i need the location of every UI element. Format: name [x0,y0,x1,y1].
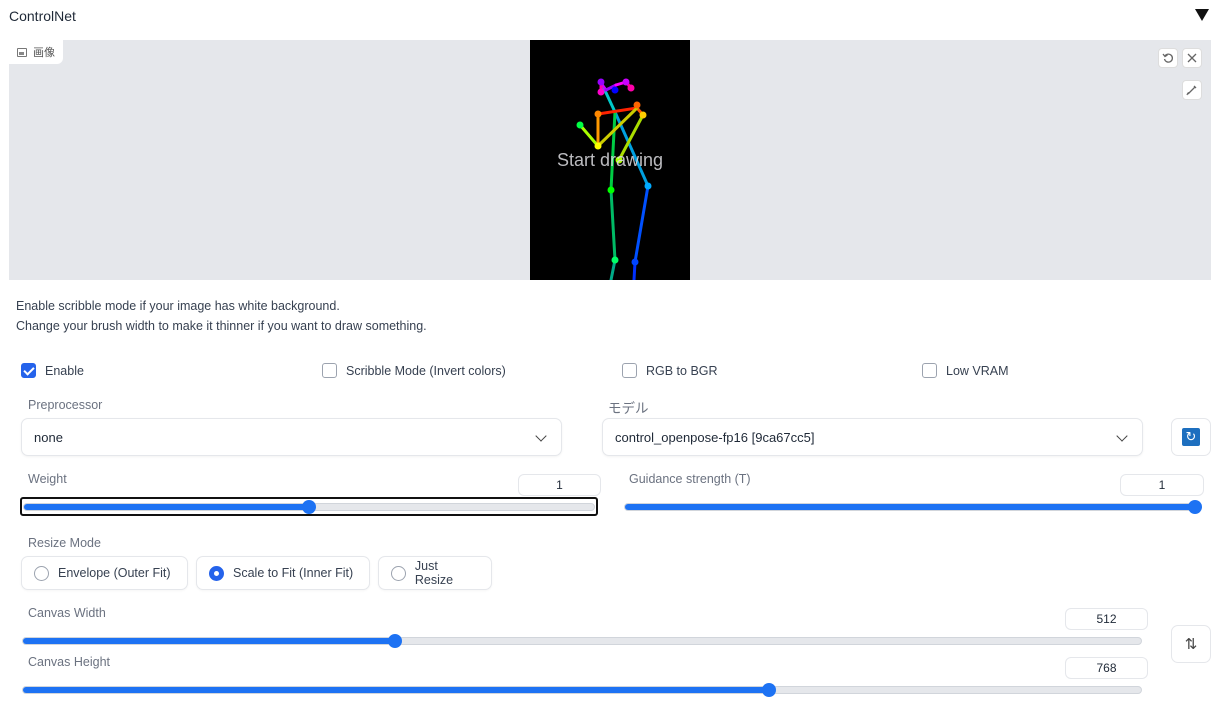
preprocessor-label: Preprocessor [28,398,103,412]
guidance-label: Guidance strength (T) [629,472,751,486]
resize-mode-label: Resize Mode [28,536,101,550]
radio-label: Scale to Fit (Inner Fit) [233,566,354,580]
canvas-height-slider-thumb[interactable] [761,683,776,697]
refresh-icon: ↻ [1182,428,1200,446]
hint-scribble: Enable scribble mode if your image has w… [16,299,340,313]
image-icon [17,47,27,57]
controlnet-header[interactable]: ControlNet [0,0,1223,34]
swap-dimensions-button[interactable]: ⇅ [1171,625,1211,663]
start-drawing-placeholder: Start drawing [556,150,664,170]
swap-arrows-icon: ⇅ [1184,636,1198,653]
low-vram-checkbox[interactable]: Low VRAM [922,363,1009,378]
checkbox-label: Scribble Mode (Invert colors) [346,363,506,378]
preprocessor-dropdown[interactable]: none [21,418,562,456]
brush-button[interactable] [1182,80,1202,100]
section-title: ControlNet [9,8,76,24]
chevron-down-icon [1116,430,1128,442]
radio-just-resize[interactable]: Just Resize [378,556,492,590]
radio-label: Envelope (Outer Fit) [58,566,171,580]
rgb-to-bgr-checkbox[interactable]: RGB to BGR [622,363,718,378]
radio-envelope[interactable]: Envelope (Outer Fit) [21,556,188,590]
canvas-width-label: Canvas Width [28,606,106,620]
image-canvas-area[interactable]: 画像 Start drawing [9,40,1211,280]
checkbox-icon[interactable] [322,363,337,378]
checkbox-checked-icon[interactable] [21,363,36,378]
undo-icon [1162,53,1173,63]
radio-label: Just Resize [414,559,454,587]
guidance-slider-fill [625,504,1195,510]
canvas-height-label: Canvas Height [28,655,110,669]
refresh-models-button[interactable]: ↻ [1171,418,1211,456]
checkbox-icon[interactable] [922,363,937,378]
hint-brush: Change your brush width to make it thinn… [16,319,427,333]
canvas-width-slider[interactable] [22,634,1142,648]
weight-label: Weight [28,472,67,486]
image-label-text: 画像 [33,47,55,59]
brush-icon [1186,85,1197,96]
canvas-width-slider-thumb[interactable] [388,634,403,648]
radio-icon[interactable] [34,565,49,581]
scribble-mode-checkbox[interactable]: Scribble Mode (Invert colors) [322,363,506,378]
model-value: control_openpose-fp16 [9ca67cc5] [615,429,815,445]
image-label: 画像 [9,40,63,64]
checkbox-icon[interactable] [622,363,637,378]
canvas-height-slider[interactable] [22,683,1142,697]
canvas-height-number-input[interactable]: 768 [1065,657,1148,679]
model-dropdown[interactable]: control_openpose-fp16 [9ca67cc5] [602,418,1143,456]
undo-button[interactable] [1158,48,1178,68]
weight-slider-fill [24,504,309,510]
checkbox-label: Low VRAM [946,363,1009,378]
canvas-width-number-input[interactable]: 512 [1065,608,1148,630]
canvas-height-slider-fill [23,687,769,693]
enable-checkbox[interactable]: Enable [21,363,84,378]
guidance-slider[interactable] [624,500,1202,514]
clear-button[interactable] [1182,48,1202,68]
chevron-down-icon [535,430,547,442]
weight-number-input[interactable]: 1 [518,474,601,496]
preprocessor-value: none [34,429,63,445]
close-icon [1187,53,1197,63]
radio-scale-to-fit[interactable]: Scale to Fit (Inner Fit) [196,556,370,590]
checkbox-label: RGB to BGR [646,363,718,378]
radio-selected-icon[interactable] [209,565,224,581]
guidance-slider-thumb[interactable] [1188,500,1202,514]
weight-slider[interactable] [23,500,595,514]
checkbox-label: Enable [45,363,84,378]
weight-slider-thumb[interactable] [302,500,316,514]
radio-icon[interactable] [391,565,406,581]
model-label: モデル [608,401,649,416]
canvas-width-slider-fill [23,638,396,644]
collapse-arrow-icon[interactable] [1195,9,1209,21]
guidance-number-input[interactable]: 1 [1120,474,1204,496]
